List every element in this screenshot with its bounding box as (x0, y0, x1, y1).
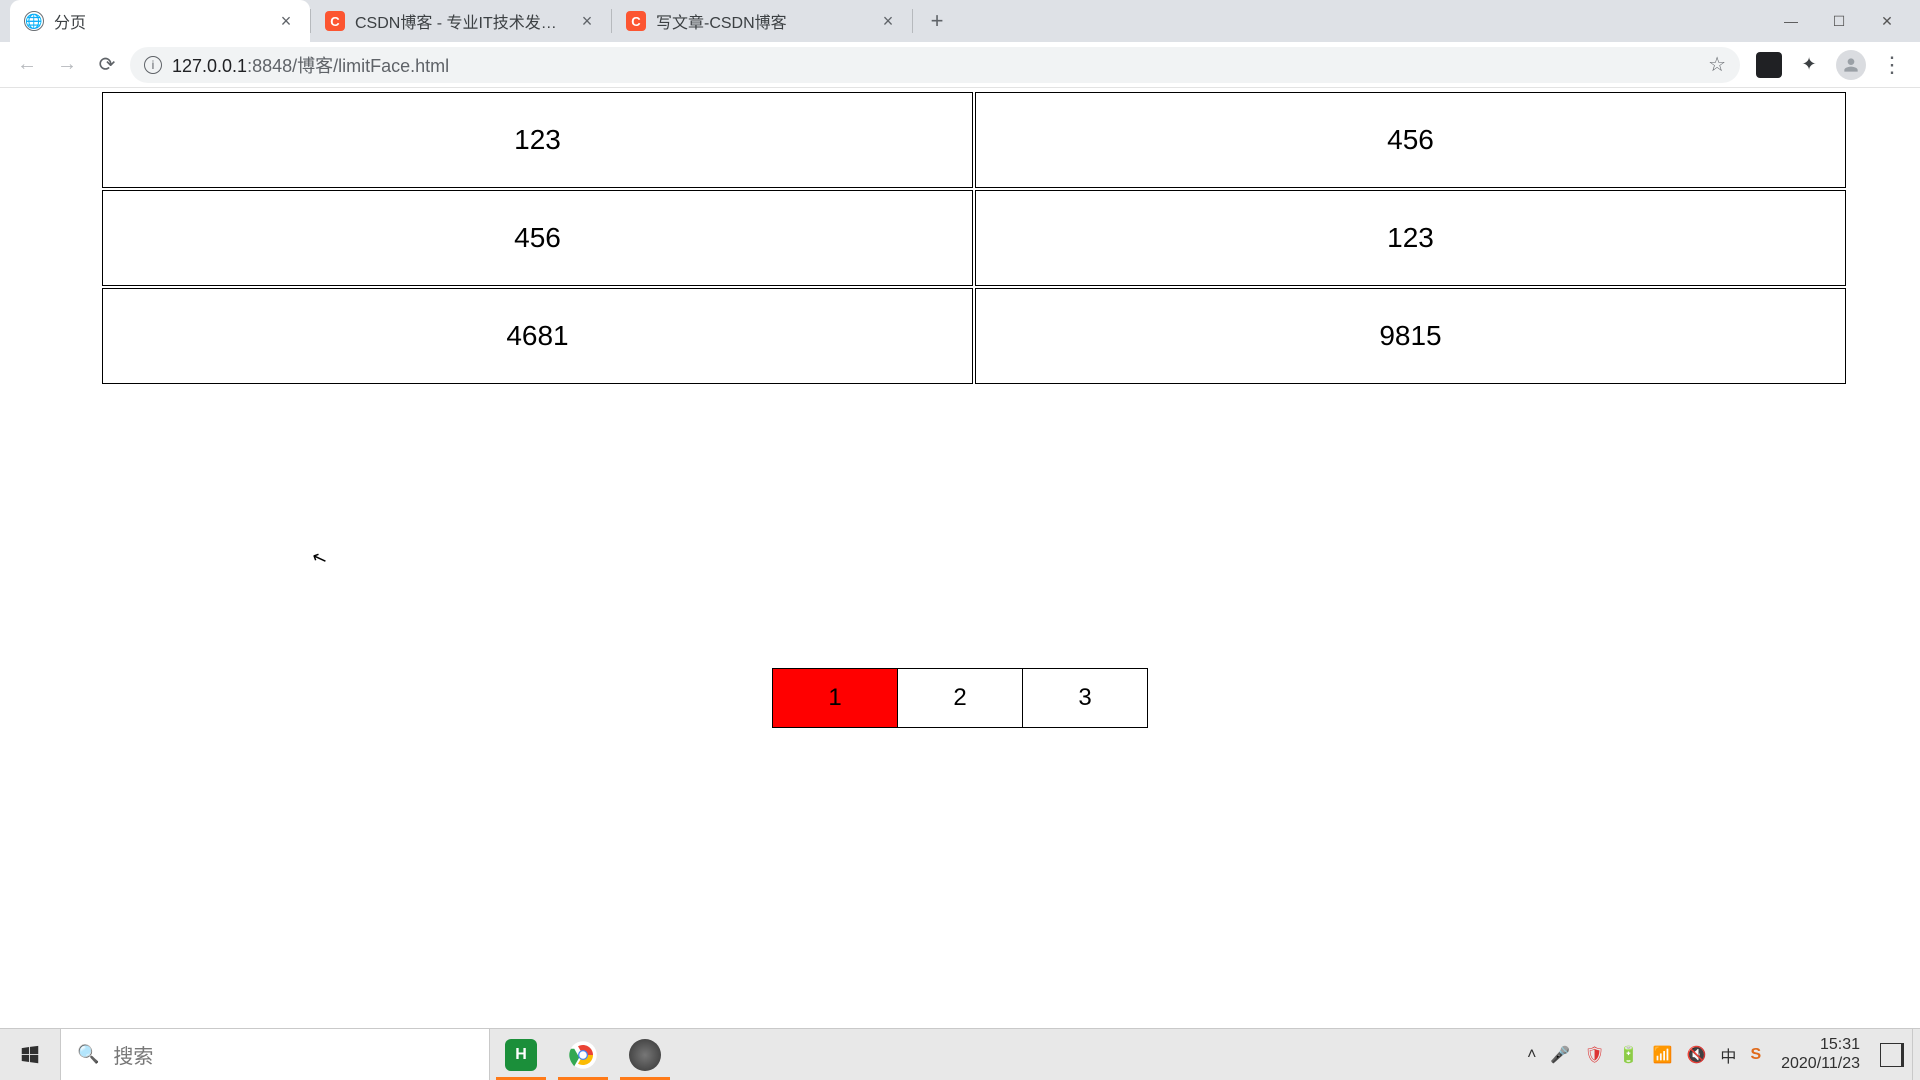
browser-tab-0[interactable]: 🌐 分页 × (10, 0, 310, 42)
table-row: 456 123 (102, 190, 1846, 286)
extensions-area: ✦ ⋮ (1746, 50, 1910, 80)
browser-tabs: 🌐 分页 × C CSDN博客 - 专业IT技术发表平台 × C 写文章-CSD… (0, 0, 955, 42)
browser-toolbar: ← → ⟳ i 127.0.0.1:8848/博客/limitFace.html… (0, 42, 1920, 88)
person-icon (1841, 55, 1861, 75)
battery-icon[interactable]: 🔋 (1619, 1045, 1639, 1065)
search-icon: 🔍 (77, 1044, 99, 1065)
system-tray: ˄ 🎤 🛡 🔋 📶 🔇 中 S 15:31 2020/11/23 (1519, 1029, 1912, 1080)
search-placeholder: 搜索 (113, 1040, 153, 1069)
mouse-cursor-icon: ↖ (309, 546, 330, 571)
page-button-2[interactable]: 2 (897, 668, 1023, 728)
url-port: :8848 (247, 56, 292, 76)
browser-tab-1[interactable]: C CSDN博客 - 专业IT技术发表平台 × (311, 0, 611, 42)
wifi-icon[interactable]: 📶 (1653, 1045, 1673, 1065)
bookmark-star-icon[interactable]: ☆ (1708, 52, 1726, 77)
back-button[interactable]: ← (10, 48, 44, 82)
extension-icon[interactable] (1756, 52, 1782, 78)
security-icon[interactable]: 🛡 (1584, 1045, 1604, 1065)
new-tab-button[interactable]: + (919, 3, 955, 39)
minimize-icon[interactable]: — (1782, 13, 1800, 29)
close-icon[interactable]: × (276, 11, 296, 32)
show-desktop-button[interactable] (1912, 1029, 1920, 1080)
data-table: 123 456 456 123 4681 9815 (100, 90, 1848, 386)
table-row: 123 456 (102, 92, 1846, 188)
chrome-icon (567, 1039, 599, 1071)
windows-taskbar: 🔍 搜索 H ˄ 🎤 🛡 🔋 📶 🔇 中 S 15:31 2020/11/23 (0, 1028, 1920, 1080)
taskbar-apps: H (490, 1029, 676, 1080)
maximize-icon[interactable]: ☐ (1830, 13, 1848, 30)
taskbar-app-hbuilder[interactable]: H (490, 1029, 552, 1080)
table-cell: 4681 (102, 288, 973, 384)
page-button-3[interactable]: 3 (1022, 668, 1148, 728)
sogou-ime-icon[interactable]: S (1750, 1046, 1761, 1064)
table-cell: 123 (975, 190, 1846, 286)
browser-generic-icon (629, 1039, 661, 1071)
microphone-icon[interactable]: 🎤 (1550, 1045, 1570, 1065)
table-row: 4681 9815 (102, 288, 1846, 384)
url-host: 127.0.0.1 (172, 56, 247, 76)
url-text: 127.0.0.1:8848/博客/limitFace.html (172, 52, 1698, 78)
tab-title: CSDN博客 - 专业IT技术发表平台 (355, 9, 567, 33)
table-cell: 9815 (975, 288, 1846, 384)
page-button-1[interactable]: 1 (772, 668, 898, 728)
tray-chevron-icon[interactable]: ˄ (1527, 1046, 1536, 1064)
browser-titlebar: 🌐 分页 × C CSDN博客 - 专业IT技术发表平台 × C 写文章-CSD… (0, 0, 1920, 42)
tab-separator (912, 9, 913, 33)
close-icon[interactable]: × (577, 11, 597, 32)
hbuilder-icon: H (505, 1039, 537, 1071)
close-window-icon[interactable]: ✕ (1878, 13, 1896, 30)
taskbar-app-chrome[interactable] (552, 1029, 614, 1080)
address-bar[interactable]: i 127.0.0.1:8848/博客/limitFace.html ☆ (130, 47, 1740, 83)
clock-date: 2020/11/23 (1781, 1055, 1860, 1073)
reload-button[interactable]: ⟳ (90, 48, 124, 82)
taskbar-search[interactable]: 🔍 搜索 (60, 1029, 490, 1080)
pagination: 1 2 3 (772, 668, 1148, 728)
table-cell: 456 (102, 190, 973, 286)
page-content: 123 456 456 123 4681 9815 1 2 3 ↖ (0, 88, 1920, 1028)
chrome-menu-icon[interactable]: ⋮ (1880, 52, 1904, 78)
url-path: /博客/limitFace.html (292, 56, 449, 76)
clock-time: 15:31 (1781, 1036, 1860, 1054)
tab-title: 分页 (54, 9, 266, 33)
table-cell: 123 (102, 92, 973, 188)
windows-logo-icon (19, 1044, 41, 1066)
close-icon[interactable]: × (878, 11, 898, 32)
tab-title: 写文章-CSDN博客 (656, 9, 868, 33)
extensions-menu-icon[interactable]: ✦ (1796, 52, 1822, 78)
action-center-icon[interactable] (1880, 1043, 1904, 1067)
csdn-icon: C (626, 11, 646, 31)
start-button[interactable] (0, 1029, 60, 1080)
volume-muted-icon[interactable]: 🔇 (1687, 1045, 1707, 1065)
site-info-icon[interactable]: i (144, 56, 162, 74)
data-table-container: 123 456 456 123 4681 9815 (100, 90, 1848, 386)
csdn-icon: C (325, 11, 345, 31)
ime-icon[interactable]: 中 (1720, 1043, 1736, 1067)
profile-avatar[interactable] (1836, 50, 1866, 80)
browser-tab-2[interactable]: C 写文章-CSDN博客 × (612, 0, 912, 42)
taskbar-app-browser[interactable] (614, 1029, 676, 1080)
globe-icon: 🌐 (24, 11, 44, 31)
forward-button[interactable]: → (50, 48, 84, 82)
window-controls: — ☐ ✕ (1758, 0, 1920, 42)
taskbar-clock[interactable]: 15:31 2020/11/23 (1775, 1036, 1866, 1073)
table-cell: 456 (975, 92, 1846, 188)
